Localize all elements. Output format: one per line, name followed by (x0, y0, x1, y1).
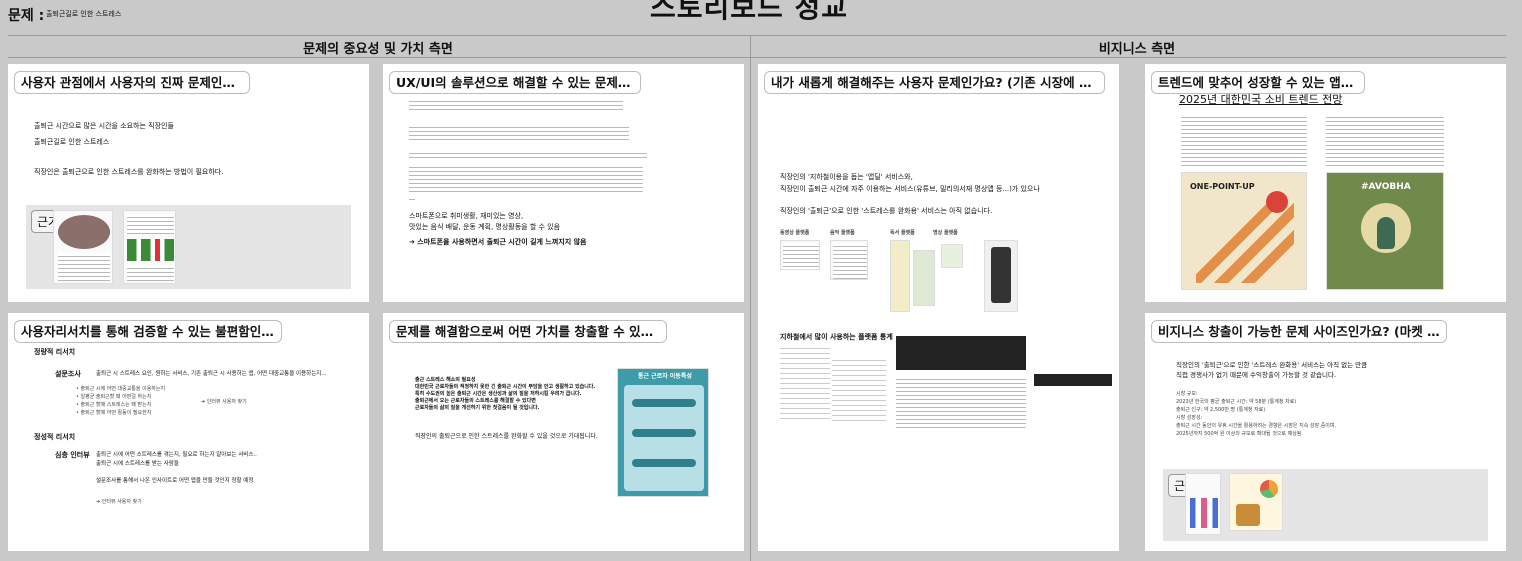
chart-title: 지하철에서 많이 사용하는 플랫폼 통계 (780, 333, 893, 341)
interview-desc: 출퇴근 시에 어떤 스트레스를 겪는지, 필요로 하는지 알아보는 서비스.. (96, 452, 257, 458)
bullet-item: • 출퇴근 시에 어떤 대중교통을 이용하는지 (76, 386, 166, 392)
category-label: 명상 플랫폼 (933, 230, 958, 236)
app-screenshot (941, 244, 963, 268)
app-screenshot (913, 250, 935, 306)
card-title: 사용자 관점에서 사용자의 진짜 문제인가요? (14, 71, 250, 94)
interview-desc: 출퇴근 시에 스트레스를 받는 사람들 (96, 461, 179, 467)
quant-research-heading: 정량적 리서치 (34, 348, 76, 356)
stats-image (1229, 473, 1283, 531)
stats-image (1185, 473, 1221, 535)
page-title: 스토리보드 정교 (650, 0, 849, 24)
text-line: 직장인의 '출퇴근'으로 인한 '스트레스 완화용' 서비스는 아직 없는 만큼 (1176, 361, 1368, 369)
article-text (409, 124, 629, 140)
text-line: 스마트폰으로 취미생활, 재미있는 영상, (409, 212, 524, 220)
card-ux-solution[interactable]: UX/UI의 솔루션으로 해결할 수 있는 문제인가요? 스마트폰으로 취미생활… (383, 64, 744, 302)
text-line: 직장인이 출퇴근 시간에 자주 이용하는 서비스(유튜브, 밀리의서재 명상앱 … (780, 185, 1040, 193)
divider (8, 57, 1506, 58)
app-screenshot (890, 240, 910, 312)
article-text (1181, 114, 1307, 166)
illustration-label: #AVOBHA (1361, 182, 1411, 192)
trend-subtitle: 2025년 대한민국 소비 트렌드 전망 (1179, 93, 1343, 106)
bullet-item: • 출퇴근 할때 스트레스는 왜 받는지 (76, 402, 152, 408)
text-block (896, 336, 1026, 370)
news-image (123, 210, 176, 284)
interview-label: 심층 인터뷰 (55, 451, 90, 459)
card-new-problem[interactable]: 내가 새롭게 해결해주는 사용자 문제인가요? (기존 시장에 없는 서비스..… (758, 64, 1119, 551)
evidence-panel: 근거 (1163, 469, 1488, 541)
market-line: 출퇴근 인구: 약 2,500만 명 (통계청 자료) (1176, 407, 1266, 413)
section-title-business: 비지니스 측면 (1098, 42, 1176, 57)
card-title: 내가 새롭게 해결해주는 사용자 문제인가요? (기존 시장에 없는 서비스..… (764, 71, 1105, 94)
next-step: ➔ 인터뷰 사용자 찾기 (96, 499, 142, 505)
evidence-panel: 근거 (26, 205, 351, 289)
article-text (409, 150, 647, 158)
card-title: 트렌드에 맞추어 성장할 수 있는 앱인가? (1151, 71, 1365, 94)
text-line: 맛있는 음식 배달, 운동 계획, 명상활동을 할 수 있음 (409, 223, 561, 231)
card-title: 비지니스 창출이 가능한 문제 사이즈인가요? (마켓 리서치) (1151, 320, 1447, 343)
text-line: 출퇴근 시간으로 많은 시간을 소요하는 직장인들 (34, 122, 174, 130)
text-line: ➔ 스마트폰을 사용하면서 출퇴근 시간이 길게 느껴지지 않음 (409, 238, 587, 246)
illustration-label: ONE-POINT-UP (1190, 182, 1255, 191)
card-user-research[interactable]: 사용자리서치를 통해 검증할 수 있는 불편함인가요? 정량적 리서치 설문조사… (8, 313, 369, 551)
problem-text: 출퇴근길로 인한 스트레스 (46, 10, 122, 18)
card-title: 사용자리서치를 통해 검증할 수 있는 불편함인가요? (14, 320, 282, 343)
bullet-item: • 일평균 출퇴근할 때 어떤걸 하는지 (76, 394, 152, 400)
research-summary: 설문조사를 통해서 나온 인사이트로 어떤 앱을 만들 것인지 정할 예정 (96, 478, 254, 484)
divider (8, 35, 1506, 36)
bullet-item: • 출퇴근 할때 어떤 활동이 필요한지 (76, 410, 152, 416)
qual-research-heading: 정성적 리서치 (34, 433, 76, 441)
text-line: 출퇴근길로 인한 스트레스 (34, 138, 110, 146)
article-text (409, 164, 643, 192)
market-line: 시장 규모: (1176, 391, 1198, 397)
section-divider (750, 35, 751, 561)
card-title: 문제를 해결함으로써 어떤 가치를 창출할 수 있을까요? (389, 320, 667, 343)
category-label: 동영상 플랫폼 (780, 230, 810, 236)
app-screenshot (984, 240, 1018, 312)
market-line: 2023년 한국의 평균 출퇴근 시간: 약 58분 (통계청 자료) (1176, 399, 1297, 405)
card-market-research[interactable]: 비지니스 창출이 가능한 문제 사이즈인가요? (마켓 리서치) 직장인의 '출… (1145, 313, 1506, 551)
header-bar: 문제 : 출퇴근길로 인한 스트레스 스토리보드 정교 (0, 0, 1522, 34)
article-text (409, 196, 415, 200)
app-screenshot (780, 240, 820, 270)
text-line: 직장인의 '지하철이용을 돕는 '앱딜' 서비스와, (780, 173, 913, 181)
card-trend[interactable]: 트렌드에 맞추어 성장할 수 있는 앱인가? 2025년 대한민국 소비 트렌드… (1145, 64, 1506, 302)
category-label: 음악 플랫폼 (830, 230, 855, 236)
news-image (53, 210, 113, 284)
market-line: 시장 성장성: (1176, 415, 1203, 421)
article-text (409, 98, 623, 110)
value-closing: 직장인의 출퇴근으로 인한 스트레스를 완화할 수 있을 것으로 기대됩니다. (415, 433, 598, 440)
market-line: 출퇴근 시간 동안의 유휴 시간을 활용하려는 경향은 시장은 지속 성장 중이… (1176, 423, 1337, 429)
text-line: 직접 경쟁사가 없기 때문에 수익창출이 가능할 것 같습니다. (1176, 371, 1337, 379)
next-step: ➔ 인터뷰 사용자 찾기 (201, 399, 247, 405)
article-text (1326, 114, 1444, 166)
survey-label: 설문조사 (55, 370, 81, 378)
card-value-creation[interactable]: 문제를 해결함으로써 어떤 가치를 창출할 수 있을까요? 출근 스트레스 해소… (383, 313, 744, 551)
market-line: 2025년까지 500억 원 이상의 규모로 확대될 것으로 예상됨. (1176, 431, 1303, 437)
text-line: 직장인의 '출퇴근'으로 인한 '스트레스를 완화용' 서비스는 아직 없습니다… (780, 207, 993, 215)
text-line: 직장인은 출퇴근으로 인한 스트레스를 완화하는 방법이 필요하다. (34, 168, 224, 176)
card-user-problem[interactable]: 사용자 관점에서 사용자의 진짜 문제인가요? 출퇴근 시간으로 많은 시간을 … (8, 64, 369, 302)
text-block (1034, 374, 1112, 386)
category-label: 독서 플랫폼 (890, 230, 915, 236)
infographic-title: 통근 근로자 이동특성 (638, 373, 692, 380)
section-title-importance: 문제의 중요성 및 가치 측면 (303, 42, 453, 57)
value-line: 근로자들의 삶의 질을 개선하기 위한 첫걸음이 될 것입니다. (415, 405, 540, 411)
problem-label: 문제 : (8, 8, 45, 24)
card-title: UX/UI의 솔루션으로 해결할 수 있는 문제인가요? (389, 71, 641, 94)
stats-table (832, 356, 886, 422)
survey-desc: 출퇴근 시 스트레스 요인, 원하는 서비스, 기존 출퇴근 시 사용하는 앱,… (96, 371, 327, 377)
commute-infographic: 통근 근로자 이동특성 (617, 368, 709, 497)
trend-illustration: ONE-POINT-UP (1181, 172, 1307, 290)
trend-illustration: #AVOBHA (1326, 172, 1444, 290)
article-text (896, 376, 1026, 428)
app-screenshot (830, 240, 868, 280)
stats-table (780, 344, 830, 422)
